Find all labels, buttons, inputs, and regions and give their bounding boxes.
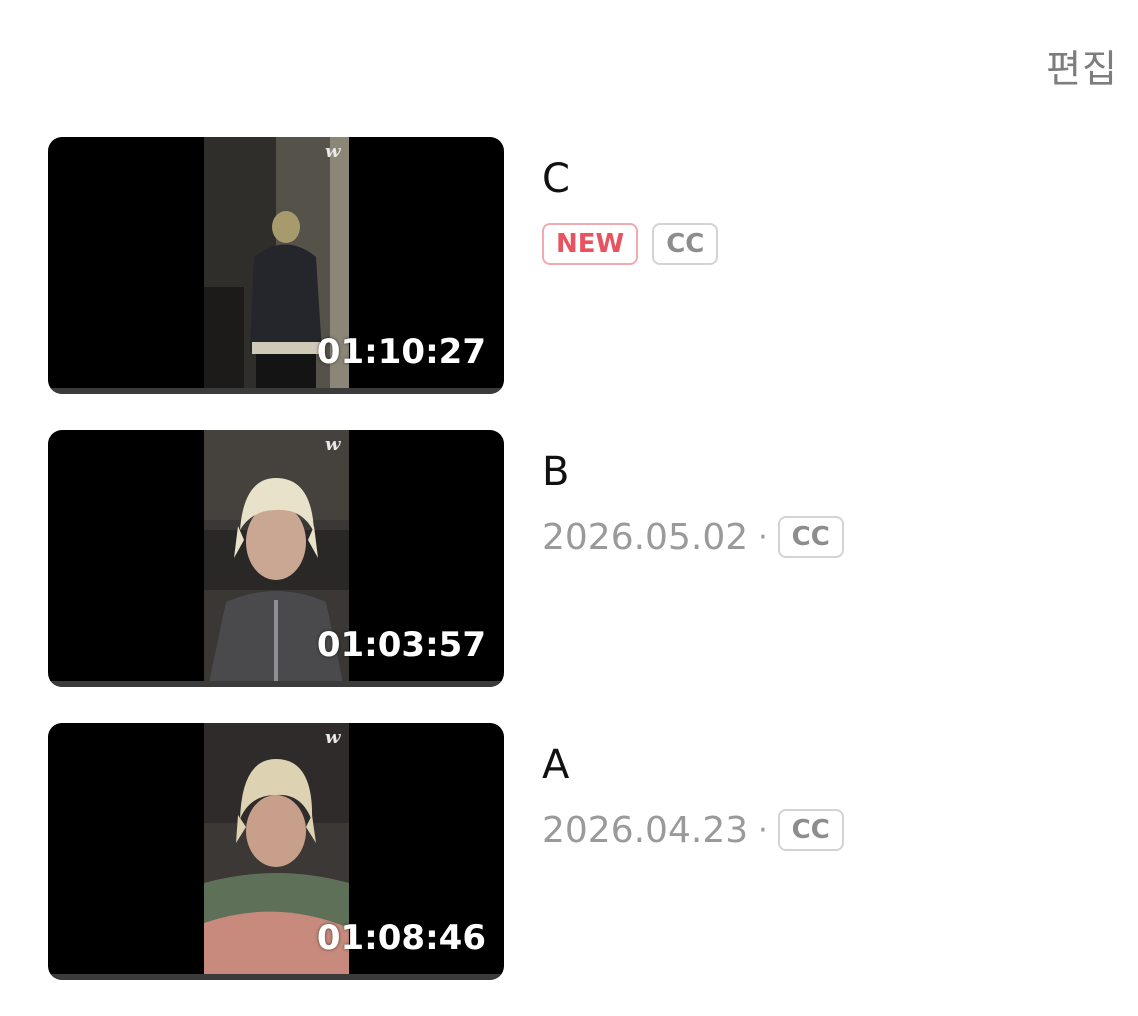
brand-logo: w [325, 141, 341, 162]
progress-bar [48, 681, 504, 687]
video-thumbnail[interactable]: w 01:03:57 [48, 430, 504, 687]
separator-dot: · [758, 519, 768, 555]
progress-bar [48, 974, 504, 980]
brand-logo: w [325, 434, 341, 455]
edit-button[interactable]: 편집 [1046, 38, 1118, 93]
brand-logo: w [325, 727, 341, 748]
video-title[interactable]: A [542, 741, 844, 789]
video-duration: 01:08:46 [316, 918, 486, 958]
video-info: B 2026.05.02 · CC [542, 448, 844, 558]
video-date: 2026.05.02 [542, 516, 749, 558]
video-duration: 01:03:57 [316, 625, 486, 665]
video-list: w 01:10:27 C NEW CC w 01:03:57 B 2026.05… [48, 137, 1118, 1016]
video-title[interactable]: B [542, 448, 844, 496]
separator-dot: · [758, 812, 768, 848]
video-info: A 2026.04.23 · CC [542, 741, 844, 851]
progress-bar [48, 388, 504, 394]
video-item[interactable]: w 01:03:57 B 2026.05.02 · CC [48, 430, 1118, 687]
video-duration: 01:10:27 [316, 332, 486, 372]
new-badge: NEW [542, 223, 639, 265]
video-meta: 2026.04.23 · CC [542, 809, 844, 851]
video-thumbnail[interactable]: w 01:10:27 [48, 137, 504, 394]
cc-badge: CC [777, 809, 844, 851]
video-item[interactable]: w 01:08:46 A 2026.04.23 · CC [48, 723, 1118, 980]
cc-badge: CC [777, 516, 844, 558]
video-meta: 2026.05.02 · CC [542, 516, 844, 558]
video-date: 2026.04.23 [542, 809, 749, 851]
video-item[interactable]: w 01:10:27 C NEW CC [48, 137, 1118, 394]
video-info: C NEW CC [542, 155, 719, 265]
cc-badge: CC [652, 223, 719, 265]
video-title[interactable]: C [542, 155, 718, 203]
video-meta: NEW CC [542, 223, 719, 265]
video-thumbnail[interactable]: w 01:08:46 [48, 723, 504, 980]
